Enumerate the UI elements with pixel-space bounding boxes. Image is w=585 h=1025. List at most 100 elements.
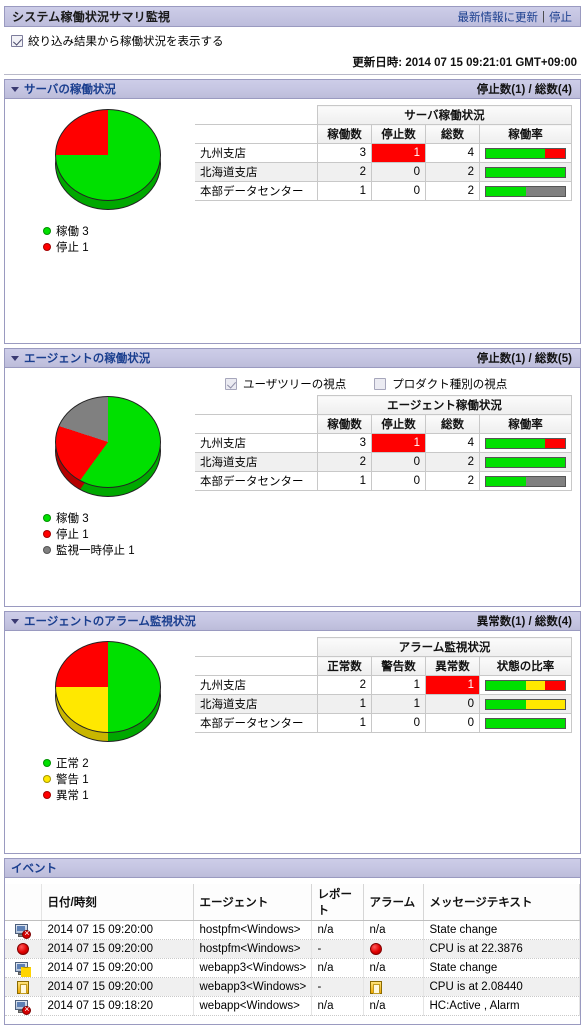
legend-item: 警告 1 [43, 771, 203, 787]
panel-header[interactable]: エージェントのアラーム監視状況 異常数(1) / 総数(4) [5, 612, 580, 631]
panel-alarm-status: エージェントのアラーム監視状況 異常数(1) / 総数(4) 正常 2 警告 1 [4, 611, 581, 854]
row-label: 北海道支店 [195, 452, 318, 472]
legend-label: 監視一時停止 1 [56, 545, 135, 557]
panel-header[interactable]: エージェントの稼働状況 停止数(1) / 総数(5) [5, 349, 580, 368]
legend-label: 稼働 3 [56, 226, 89, 238]
table-header-row: 正常数 警告数 異常数 状態の比率 [195, 656, 572, 676]
ratio-bar [485, 717, 566, 729]
table-group-header: エージェント稼働状況 [317, 395, 572, 415]
filter-checkbox[interactable] [11, 34, 23, 47]
events-title: イベント [11, 863, 57, 875]
server-status-table: サーバ稼働状況 稼働数 停止数 総数 稼働率 九州支店 3 1 4 北海道支店 … [195, 105, 572, 201]
table-row[interactable]: 北海道支店 2 0 2 [195, 162, 572, 182]
cell-total: 2 [425, 452, 480, 472]
events-column-datetime[interactable]: 日付/時刻 [41, 884, 194, 921]
cell-rate-bar [479, 143, 572, 163]
product-type-view-checkbox[interactable] [374, 377, 387, 390]
pie-chart-wrap [13, 392, 203, 500]
panel-header[interactable]: サーバの稼働状況 停止数(1) / 総数(4) [5, 80, 580, 99]
ratio-bar [485, 456, 566, 468]
event-message: CPU is at 22.3876 [423, 939, 580, 959]
event-agent: webapp<Windows> [193, 996, 312, 1016]
event-report: n/a [311, 996, 364, 1016]
agent-status-table: エージェント稼働状況 稼働数 停止数 総数 稼働率 九州支店 3 1 4 北海道… [195, 395, 572, 491]
table-row[interactable]: 2014 07 15 09:20:00 webapp3<Windows> n/a… [5, 958, 580, 978]
column-header-stopped[interactable]: 停止数 [371, 124, 426, 144]
table-row[interactable]: 本部データセンター 1 0 0 [195, 713, 572, 733]
table-group-header: アラーム監視状況 [317, 637, 572, 657]
events-column-agent[interactable]: エージェント [193, 884, 312, 921]
column-header-stopped[interactable]: 停止数 [371, 414, 426, 434]
column-header-total[interactable]: 総数 [425, 124, 480, 144]
events-column-alarm[interactable]: アラーム [363, 884, 424, 921]
legend-color-swatch [43, 546, 51, 554]
events-column-report[interactable]: レポート [311, 884, 364, 921]
column-header-rate[interactable]: 稼働率 [479, 124, 572, 144]
table-row[interactable]: 本部データセンター 1 0 2 [195, 471, 572, 491]
chevron-down-icon[interactable] [11, 355, 19, 361]
event-message: State change [423, 920, 580, 940]
legend-color-swatch [43, 227, 51, 235]
refresh-link[interactable]: 最新情報に更新 [458, 9, 539, 25]
column-header-running[interactable]: 稼働数 [317, 414, 372, 434]
legend-item: 稼働 3 [43, 510, 203, 526]
cell-normal: 1 [317, 713, 372, 733]
column-header-error[interactable]: 異常数 [425, 656, 480, 676]
window-title-bar: システム稼働状況サマリ監視 最新情報に更新 | 停止 [4, 6, 581, 27]
column-header-total[interactable]: 総数 [425, 414, 480, 434]
cell-running: 2 [317, 452, 372, 472]
column-header-rate[interactable]: 稼働率 [479, 414, 572, 434]
cell-warning: 1 [371, 675, 426, 695]
monitor-error-icon [15, 999, 32, 1015]
monitor-error-icon [15, 923, 32, 939]
cell-running: 3 [317, 143, 372, 163]
user-tree-view-checkbox[interactable] [225, 377, 237, 390]
cell-normal: 2 [317, 675, 372, 695]
panel-server-status: サーバの稼働状況 停止数(1) / 総数(4) 稼働 3 停止 1 サーバ稼働状… [4, 79, 581, 344]
table-row[interactable]: 九州支店 3 1 4 [195, 433, 572, 453]
column-header-ratio[interactable]: 状態の比率 [479, 656, 572, 676]
cell-running: 1 [317, 181, 372, 201]
table-row[interactable]: 九州支店 3 1 4 [195, 143, 572, 163]
table-row[interactable]: 本部データセンター 1 0 2 [195, 181, 572, 201]
column-header-warning[interactable]: 警告数 [371, 656, 426, 676]
event-icon-cell [5, 939, 42, 959]
cell-rate-bar [479, 471, 572, 491]
table-row[interactable]: 北海道支店 1 1 0 [195, 694, 572, 714]
event-alarm-icon-cell [363, 939, 424, 959]
column-header-running[interactable]: 稼働数 [317, 124, 372, 144]
event-alarm: n/a [363, 920, 424, 940]
event-report: n/a [311, 920, 364, 940]
table-group-header-row: アラーム監視状況 [195, 637, 572, 657]
row-label: 北海道支店 [195, 162, 318, 182]
legend-item: 停止 1 [43, 239, 203, 255]
column-header-normal[interactable]: 正常数 [317, 656, 372, 676]
panel-body: 稼働 3 停止 1 監視一時停止 1 ユーザツリーの視点 プロダクト種別の視点 [5, 368, 580, 606]
panel-body: 正常 2 警告 1 異常 1 アラーム監視状況 正常数 警告数 異常数 状態の比… [5, 631, 580, 853]
cell-error: 1 [425, 675, 480, 695]
stop-link[interactable]: 停止 [549, 9, 572, 25]
chevron-down-icon[interactable] [11, 86, 19, 92]
panel-title: サーバの稼働状況 [24, 84, 116, 96]
table-row[interactable]: 2014 07 15 09:20:00 hostpfm<Windows> n/a… [5, 920, 580, 940]
cell-warning: 1 [371, 694, 426, 714]
table-row[interactable]: 九州支店 2 1 1 [195, 675, 572, 695]
alarm-chart-column: 正常 2 警告 1 異常 1 [13, 637, 203, 803]
cell-total: 4 [425, 143, 480, 163]
legend-color-swatch [43, 530, 51, 538]
table-row[interactable]: 2014 07 15 09:18:20 webapp<Windows> n/a … [5, 996, 580, 1016]
agent-table-column: ユーザツリーの視点 プロダクト種別の視点 エージェント稼働状況 稼働数 停止数 … [195, 375, 572, 491]
alarm-pie-chart [55, 641, 161, 745]
user-tree-view-label: ユーザツリーの視点 [243, 378, 347, 391]
page-title: システム稼働状況サマリ監視 [12, 10, 171, 24]
cell-running: 1 [317, 471, 372, 491]
legend-color-swatch [43, 514, 51, 522]
alarm-critical-icon [369, 942, 382, 955]
table-row[interactable]: 2014 07 15 09:20:00 hostpfm<Windows> - C… [5, 939, 580, 959]
events-column-message[interactable]: メッセージテキスト [423, 884, 580, 921]
table-row[interactable]: 北海道支店 2 0 2 [195, 452, 572, 472]
table-row[interactable]: 2014 07 15 09:20:00 webapp3<Windows> - C… [5, 977, 580, 997]
cell-total: 2 [425, 162, 480, 182]
chevron-down-icon[interactable] [11, 618, 19, 624]
panel-count: 停止数(1) / 総数(4) [476, 84, 572, 96]
